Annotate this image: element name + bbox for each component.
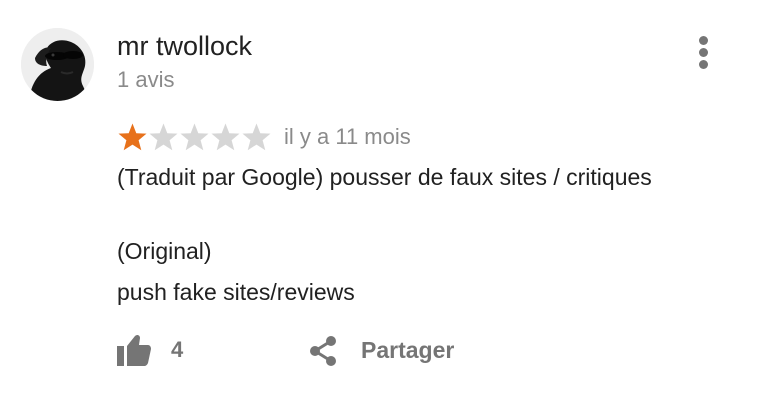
more-vert-icon[interactable] — [690, 32, 718, 72]
avatar-dog-image — [21, 28, 94, 101]
share-label: Partager — [361, 337, 455, 363]
reviewer-review-count: 1 avis — [117, 67, 175, 92]
star-empty-icon — [210, 122, 241, 152]
review-original-label: (Original) — [117, 238, 212, 264]
review-original-text: push fake sites/reviews — [117, 279, 355, 305]
menu-dot — [699, 60, 708, 69]
menu-dot — [699, 36, 708, 45]
review-actions: 4 Partager — [117, 330, 517, 370]
rating-row: il y a 11 mois — [117, 122, 411, 152]
reviewer-name[interactable]: mr twollock — [117, 30, 252, 62]
like-button[interactable]: 4 — [117, 330, 197, 370]
share-button[interactable]: Partager — [307, 330, 487, 370]
star-empty-icon — [241, 122, 272, 152]
review-translated-text: (Traduit par Google) pousser de faux sit… — [117, 164, 652, 190]
like-count: 4 — [171, 337, 184, 362]
star-empty-icon — [179, 122, 210, 152]
star-rating — [117, 122, 272, 152]
review-date: il y a 11 mois — [284, 124, 411, 149]
menu-dot — [699, 48, 708, 57]
avatar[interactable] — [21, 28, 94, 101]
star-empty-icon — [148, 122, 179, 152]
review-card: mr twollock 1 avis il y a 11 mois (Tradu… — [0, 0, 766, 408]
share-icon — [310, 336, 336, 366]
thumb-up-icon — [117, 334, 151, 366]
star-filled-icon — [117, 122, 148, 152]
